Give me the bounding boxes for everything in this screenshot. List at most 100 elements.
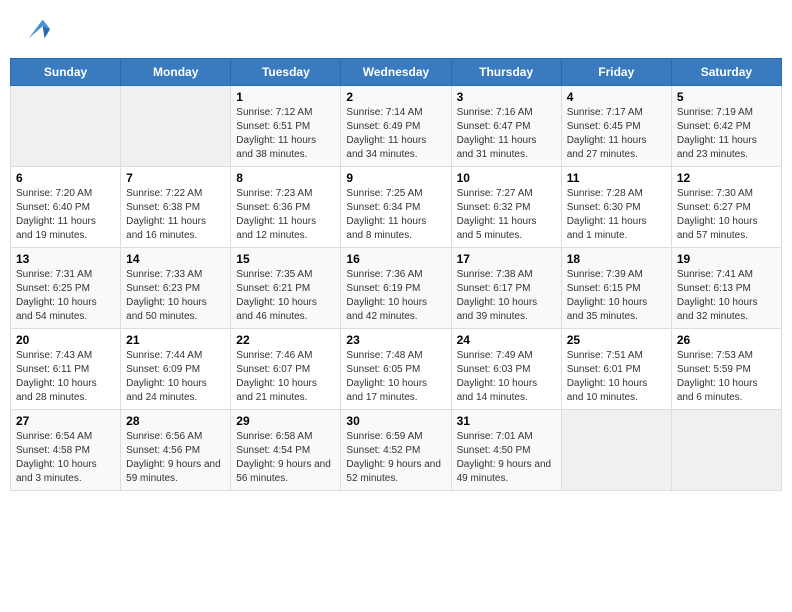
day-header-monday: Monday (121, 59, 231, 86)
calendar-cell: 13 Sunrise: 7:31 AMSunset: 6:25 PMDayligh… (11, 248, 121, 329)
day-number: 18 (567, 252, 666, 266)
day-number: 12 (677, 171, 776, 185)
day-detail: Sunrise: 7:28 AMSunset: 6:30 PMDaylight:… (567, 187, 666, 243)
calendar-cell: 5 Sunrise: 7:19 AMSunset: 6:42 PMDaylight… (671, 86, 781, 167)
day-header-saturday: Saturday (671, 59, 781, 86)
day-number: 31 (457, 414, 556, 428)
day-header-thursday: Thursday (451, 59, 561, 86)
calendar-cell: 11 Sunrise: 7:28 AMSunset: 6:30 PMDayligh… (561, 167, 671, 248)
calendar-week-0: 1Sunrise: 7:12 AMSunset: 6:51 PMDaylight… (11, 86, 782, 167)
calendar-cell: 15 Sunrise: 7:35 AMSunset: 6:21 PMDayligh… (231, 248, 341, 329)
calendar-cell: 12 Sunrise: 7:30 AMSunset: 6:27 PMDayligh… (671, 167, 781, 248)
calendar-week-1: 6 Sunrise: 7:20 AMSunset: 6:40 PMDaylight… (11, 167, 782, 248)
day-number: 24 (457, 333, 556, 347)
day-detail: Sunrise: 7:49 AMSunset: 6:03 PMDaylight:… (457, 349, 556, 405)
day-header-wednesday: Wednesday (341, 59, 451, 86)
calendar-body: 1Sunrise: 7:12 AMSunset: 6:51 PMDaylight… (11, 86, 782, 491)
day-detail: Sunrise: 7:35 AMSunset: 6:21 PMDaylight:… (236, 268, 335, 324)
day-number: 27 (16, 414, 115, 428)
day-detail: Sunrise: 6:59 AMSunset: 4:52 PMDaylight:… (346, 430, 445, 486)
calendar-cell: 20 Sunrise: 7:43 AMSunset: 6:11 PMDayligh… (11, 329, 121, 410)
day-number: 14 (126, 252, 225, 266)
calendar-cell: 21 Sunrise: 7:44 AMSunset: 6:09 PMDayligh… (121, 329, 231, 410)
day-number: 5 (677, 90, 776, 104)
day-number: 17 (457, 252, 556, 266)
day-detail: Sunrise: 7:12 AMSunset: 6:51 PMDaylight:… (236, 106, 335, 162)
day-number: 25 (567, 333, 666, 347)
calendar-cell: 1Sunrise: 7:12 AMSunset: 6:51 PMDaylight… (231, 86, 341, 167)
day-detail: Sunrise: 7:43 AMSunset: 6:11 PMDaylight:… (16, 349, 115, 405)
day-detail: Sunrise: 7:31 AMSunset: 6:25 PMDaylight:… (16, 268, 115, 324)
day-detail: Sunrise: 7:19 AMSunset: 6:42 PMDaylight:… (677, 106, 776, 162)
calendar-cell: 25Sunrise: 7:51 AMSunset: 6:01 PMDayligh… (561, 329, 671, 410)
calendar-cell: 18Sunrise: 7:39 AMSunset: 6:15 PMDayligh… (561, 248, 671, 329)
calendar-cell: 17 Sunrise: 7:38 AMSunset: 6:17 PMDayligh… (451, 248, 561, 329)
calendar-cell: 9 Sunrise: 7:25 AMSunset: 6:34 PMDaylight… (341, 167, 451, 248)
day-number: 6 (16, 171, 115, 185)
day-number: 21 (126, 333, 225, 347)
day-detail: Sunrise: 6:54 AMSunset: 4:58 PMDaylight:… (16, 430, 115, 486)
calendar-cell: 6 Sunrise: 7:20 AMSunset: 6:40 PMDaylight… (11, 167, 121, 248)
day-number: 7 (126, 171, 225, 185)
calendar-cell: 3 Sunrise: 7:16 AMSunset: 6:47 PMDaylight… (451, 86, 561, 167)
calendar-cell: 30 Sunrise: 6:59 AMSunset: 4:52 PMDayligh… (341, 410, 451, 491)
calendar-cell: 7 Sunrise: 7:22 AMSunset: 6:38 PMDaylight… (121, 167, 231, 248)
logo (20, 15, 52, 43)
day-header-sunday: Sunday (11, 59, 121, 86)
day-number: 4 (567, 90, 666, 104)
calendar-cell: 23Sunrise: 7:48 AMSunset: 6:05 PMDayligh… (341, 329, 451, 410)
calendar-cell (121, 86, 231, 167)
day-header-row: SundayMondayTuesdayWednesdayThursdayFrid… (11, 59, 782, 86)
day-number: 28 (126, 414, 225, 428)
day-number: 29 (236, 414, 335, 428)
day-detail: Sunrise: 7:27 AMSunset: 6:32 PMDaylight:… (457, 187, 556, 243)
calendar-week-2: 13 Sunrise: 7:31 AMSunset: 6:25 PMDayligh… (11, 248, 782, 329)
logo-icon (24, 15, 52, 43)
calendar-cell: 31 Sunrise: 7:01 AMSunset: 4:50 PMDayligh… (451, 410, 561, 491)
calendar-cell: 4 Sunrise: 7:17 AMSunset: 6:45 PMDaylight… (561, 86, 671, 167)
calendar-week-3: 20 Sunrise: 7:43 AMSunset: 6:11 PMDayligh… (11, 329, 782, 410)
day-detail: Sunrise: 7:38 AMSunset: 6:17 PMDaylight:… (457, 268, 556, 324)
calendar-cell: 16Sunrise: 7:36 AMSunset: 6:19 PMDayligh… (341, 248, 451, 329)
day-detail: Sunrise: 7:17 AMSunset: 6:45 PMDaylight:… (567, 106, 666, 162)
calendar-cell: 26 Sunrise: 7:53 AMSunset: 5:59 PMDayligh… (671, 329, 781, 410)
calendar-cell (11, 86, 121, 167)
calendar-cell: 14Sunrise: 7:33 AMSunset: 6:23 PMDayligh… (121, 248, 231, 329)
day-number: 20 (16, 333, 115, 347)
calendar-table: SundayMondayTuesdayWednesdayThursdayFrid… (10, 58, 782, 491)
day-detail: Sunrise: 6:58 AMSunset: 4:54 PMDaylight:… (236, 430, 335, 486)
day-detail: Sunrise: 6:56 AMSunset: 4:56 PMDaylight:… (126, 430, 225, 486)
day-detail: Sunrise: 7:22 AMSunset: 6:38 PMDaylight:… (126, 187, 225, 243)
day-detail: Sunrise: 7:53 AMSunset: 5:59 PMDaylight:… (677, 349, 776, 405)
day-detail: Sunrise: 7:30 AMSunset: 6:27 PMDaylight:… (677, 187, 776, 243)
day-header-tuesday: Tuesday (231, 59, 341, 86)
day-detail: Sunrise: 7:41 AMSunset: 6:13 PMDaylight:… (677, 268, 776, 324)
calendar-cell: 19 Sunrise: 7:41 AMSunset: 6:13 PMDayligh… (671, 248, 781, 329)
day-detail: Sunrise: 7:23 AMSunset: 6:36 PMDaylight:… (236, 187, 335, 243)
calendar-cell: 27 Sunrise: 6:54 AMSunset: 4:58 PMDayligh… (11, 410, 121, 491)
day-detail: Sunrise: 7:01 AMSunset: 4:50 PMDaylight:… (457, 430, 556, 486)
calendar-cell: 24 Sunrise: 7:49 AMSunset: 6:03 PMDayligh… (451, 329, 561, 410)
day-number: 10 (457, 171, 556, 185)
calendar-cell: 22Sunrise: 7:46 AMSunset: 6:07 PMDayligh… (231, 329, 341, 410)
day-detail: Sunrise: 7:25 AMSunset: 6:34 PMDaylight:… (346, 187, 445, 243)
day-detail: Sunrise: 7:46 AMSunset: 6:07 PMDaylight:… (236, 349, 335, 405)
day-number: 16 (346, 252, 445, 266)
day-detail: Sunrise: 7:20 AMSunset: 6:40 PMDaylight:… (16, 187, 115, 243)
day-number: 2 (346, 90, 445, 104)
day-number: 15 (236, 252, 335, 266)
day-header-friday: Friday (561, 59, 671, 86)
day-number: 30 (346, 414, 445, 428)
day-number: 9 (346, 171, 445, 185)
day-number: 13 (16, 252, 115, 266)
day-number: 3 (457, 90, 556, 104)
day-detail: Sunrise: 7:16 AMSunset: 6:47 PMDaylight:… (457, 106, 556, 162)
day-detail: Sunrise: 7:44 AMSunset: 6:09 PMDaylight:… (126, 349, 225, 405)
calendar-cell: 29 Sunrise: 6:58 AMSunset: 4:54 PMDayligh… (231, 410, 341, 491)
calendar-cell: 2Sunrise: 7:14 AMSunset: 6:49 PMDaylight… (341, 86, 451, 167)
calendar-header: SundayMondayTuesdayWednesdayThursdayFrid… (11, 59, 782, 86)
day-number: 11 (567, 171, 666, 185)
day-number: 19 (677, 252, 776, 266)
day-number: 26 (677, 333, 776, 347)
calendar-cell (561, 410, 671, 491)
